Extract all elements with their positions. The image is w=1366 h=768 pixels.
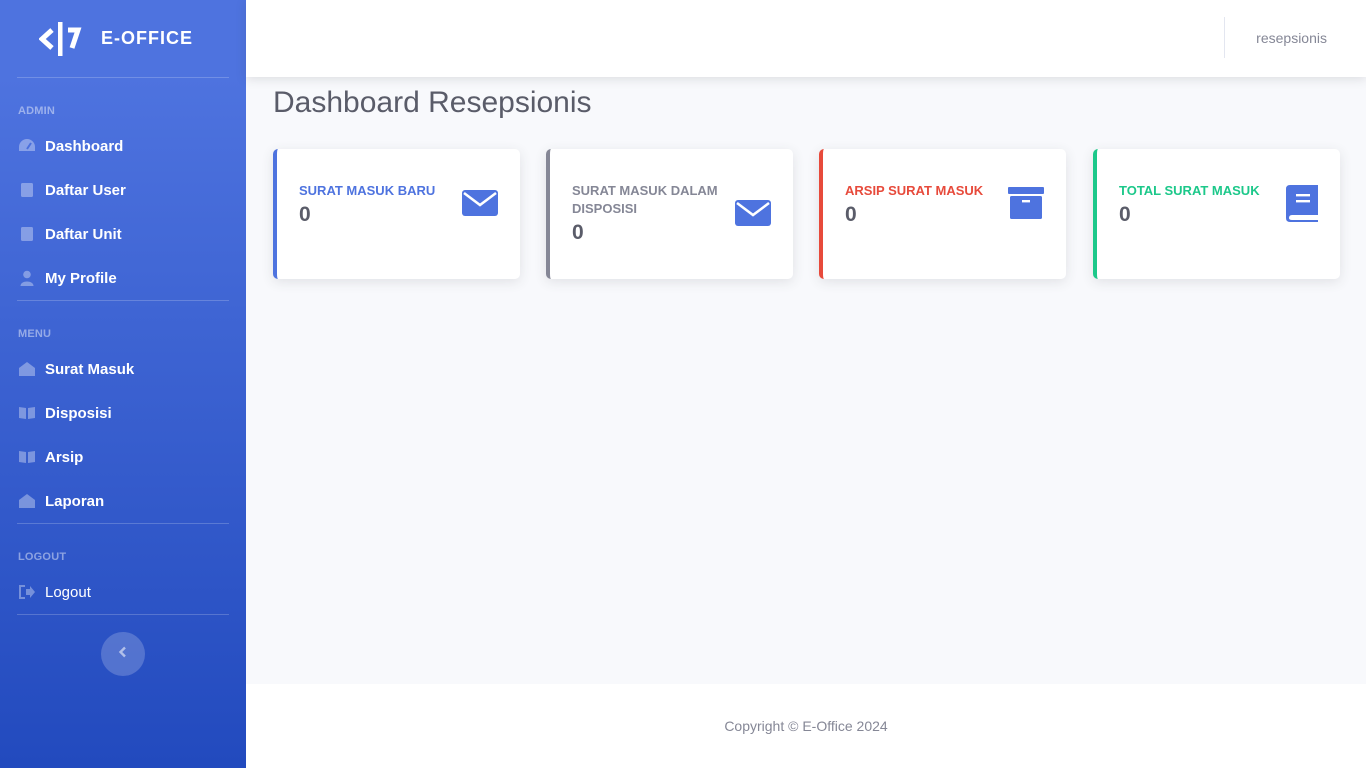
book-icon: [18, 225, 36, 243]
sidebar-item-label: Daftar Unit: [45, 225, 122, 243]
user-dropdown[interactable]: resepsionis: [1256, 30, 1327, 46]
sidebar-item-label: Dashboard: [45, 137, 124, 155]
card-label: TOTAL SURAT MASUK: [1119, 183, 1260, 198]
footer: Copyright © E-Office 2024: [246, 684, 1366, 768]
sidebar-toggle-wrap: [0, 615, 246, 676]
envelope-icon: [462, 188, 498, 223]
book-icon: [1286, 185, 1318, 227]
sidebar-toggle-button[interactable]: [101, 632, 145, 676]
archive-icon: [1008, 187, 1044, 224]
book-icon: [18, 181, 36, 199]
copyright-text: Copyright © E-Office 2024: [724, 718, 888, 734]
user-icon: [18, 269, 36, 287]
book-open-icon: [18, 448, 36, 466]
sidebar-item-label: Logout: [45, 583, 91, 601]
card-surat-masuk-baru: SURAT MASUK BARU 0: [273, 149, 520, 279]
sidebar-item-laporan[interactable]: Laporan: [0, 479, 246, 523]
chevron-left-icon: [118, 645, 128, 663]
sidebar-heading-logout: LOGOUT: [18, 551, 67, 563]
sidebar-item-logout[interactable]: Logout: [0, 570, 246, 614]
topbar-divider: [1224, 17, 1225, 58]
card-label: SURAT MASUK BARU: [299, 183, 436, 198]
card-total-surat-masuk: TOTAL SURAT MASUK 0: [1093, 149, 1340, 279]
envelope-open-icon: [18, 360, 36, 378]
sidebar-item-arsip[interactable]: Arsip: [0, 435, 246, 479]
envelope-open-icon: [18, 492, 36, 510]
sidebar-item-label: Arsip: [45, 448, 84, 466]
sidebar-heading-menu: MENU: [18, 328, 52, 340]
book-open-icon: [18, 404, 36, 422]
sidebar-heading-admin: ADMIN: [18, 105, 56, 117]
sidebar-item-daftar-user[interactable]: Daftar User: [0, 168, 246, 212]
sidebar-item-daftar-unit[interactable]: Daftar Unit: [0, 212, 246, 256]
sidebar-item-label: Daftar User: [45, 181, 126, 199]
tachometer-icon: [18, 137, 36, 155]
card-label: ARSIP SURAT MASUK: [845, 183, 984, 198]
envelope-icon: [735, 198, 771, 233]
sidebar-item-label: My Profile: [45, 269, 117, 287]
page-title: Dashboard Resepsionis: [273, 86, 592, 119]
card-arsip-surat-masuk: ARSIP SURAT MASUK 0: [819, 149, 1066, 279]
sidebar-item-label: Laporan: [45, 492, 105, 510]
code-logo-icon: [38, 19, 84, 59]
card-value: 0: [1119, 203, 1131, 226]
sidebar-item-disposisi[interactable]: Disposisi: [0, 391, 246, 435]
brand-name: E-OFFICE: [101, 28, 193, 48]
card-value: 0: [845, 203, 857, 226]
sidebar-item-my-profile[interactable]: My Profile: [0, 256, 246, 300]
sign-out-icon: [18, 583, 36, 601]
sidebar-item-dashboard[interactable]: Dashboard: [0, 124, 246, 168]
brand[interactable]: E-OFFICE: [0, 0, 246, 77]
card-label: SURAT MASUK DALAM DISPOSISI: [572, 183, 718, 216]
card-value: 0: [572, 221, 584, 244]
sidebar-item-label: Disposisi: [45, 404, 112, 422]
sidebar-item-label: Surat Masuk: [45, 360, 135, 378]
card-surat-masuk-disposisi: SURAT MASUK DALAM DISPOSISI 0: [546, 149, 793, 279]
sidebar-item-surat-masuk[interactable]: Surat Masuk: [0, 347, 246, 391]
sidebar: E-OFFICE ADMIN Dashboard Daftar User Daf…: [0, 0, 246, 768]
card-value: 0: [299, 203, 311, 226]
topbar: resepsionis: [246, 0, 1366, 77]
